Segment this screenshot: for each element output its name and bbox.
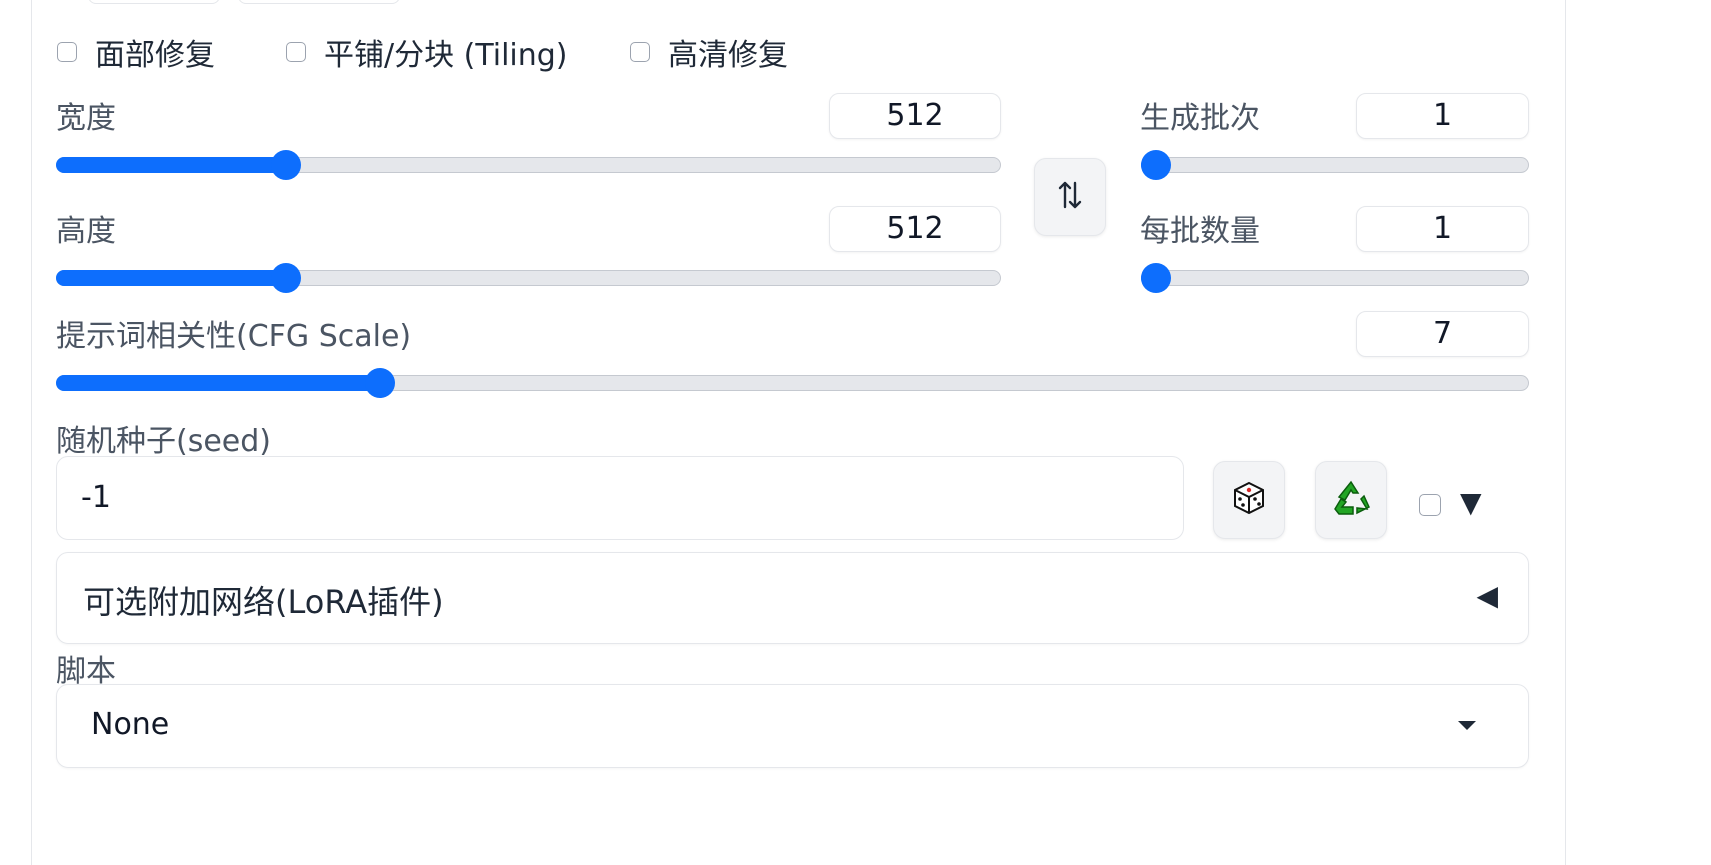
cfg-scale-slider-thumb[interactable] [364,368,395,398]
seed-extra-checkbox[interactable] [1419,494,1441,516]
batch-count-slider[interactable] [1141,150,1529,180]
width-slider-thumb[interactable] [271,150,302,180]
tiling-label: 平铺/分块 (Tiling) [324,38,568,73]
face-restore-label: 面部修复 [95,38,215,73]
lora-accordion-label: 可选附加网络(LoRA插件) [83,583,444,621]
width-input[interactable]: 512 [829,93,1001,139]
height-slider-fill [56,270,287,286]
lora-accordion[interactable]: 可选附加网络(LoRA插件) ◀ [56,552,1529,644]
script-dropdown-value: None [91,707,170,742]
batch-size-slider-thumb[interactable] [1141,263,1171,293]
batch-count-input[interactable]: 1 [1356,93,1529,139]
face-restore-option[interactable]: 面部修复 [57,30,215,74]
hires-fix-checkbox[interactable] [630,42,650,62]
width-label: 宽度 [56,101,116,136]
collapse-arrow-icon[interactable]: ◀ [1476,579,1498,612]
width-slider[interactable] [56,150,1001,180]
batch-size-slider[interactable] [1141,263,1529,293]
seed-expand-icon[interactable]: ▼ [1460,486,1482,519]
top-button-stub[interactable] [238,0,400,4]
dice-icon [1231,480,1267,520]
cfg-scale-slider-fill [56,375,380,391]
cfg-scale-label: 提示词相关性(CFG Scale) [56,319,412,354]
batch-size-input[interactable]: 1 [1356,206,1529,252]
top-button-stub[interactable] [88,0,220,4]
recycle-icon [1331,479,1371,521]
random-seed-button[interactable] [1213,461,1285,539]
batch-size-label: 每批数量 [1140,214,1260,249]
script-dropdown[interactable]: None [56,684,1529,768]
batch-count-label: 生成批次 [1140,101,1260,136]
swap-vertical-icon [1057,180,1083,214]
hires-fix-label: 高清修复 [668,38,788,73]
seed-label: 随机种子(seed) [56,424,271,459]
seed-input[interactable]: -1 [56,456,1184,540]
batch-count-slider-thumb[interactable] [1141,150,1171,180]
tiling-checkbox[interactable] [286,42,306,62]
face-restore-checkbox[interactable] [57,42,77,62]
hires-fix-option[interactable]: 高清修复 [630,30,788,74]
panel-right-border [1565,0,1566,865]
height-slider[interactable] [56,263,1001,293]
cfg-scale-input[interactable]: 7 [1356,311,1529,357]
height-slider-thumb[interactable] [271,263,302,293]
swap-dimensions-button[interactable] [1034,158,1106,236]
reuse-seed-button[interactable] [1315,461,1387,539]
caret-down-icon [1458,721,1476,730]
cfg-scale-slider[interactable] [56,368,1529,398]
width-slider-fill [56,157,287,173]
height-input[interactable]: 512 [829,206,1001,252]
panel-left-border [31,0,32,865]
batch-count-slider-track [1141,157,1529,173]
batch-size-slider-track [1141,270,1529,286]
tiling-option[interactable]: 平铺/分块 (Tiling) [286,30,568,74]
height-label: 高度 [56,214,116,249]
